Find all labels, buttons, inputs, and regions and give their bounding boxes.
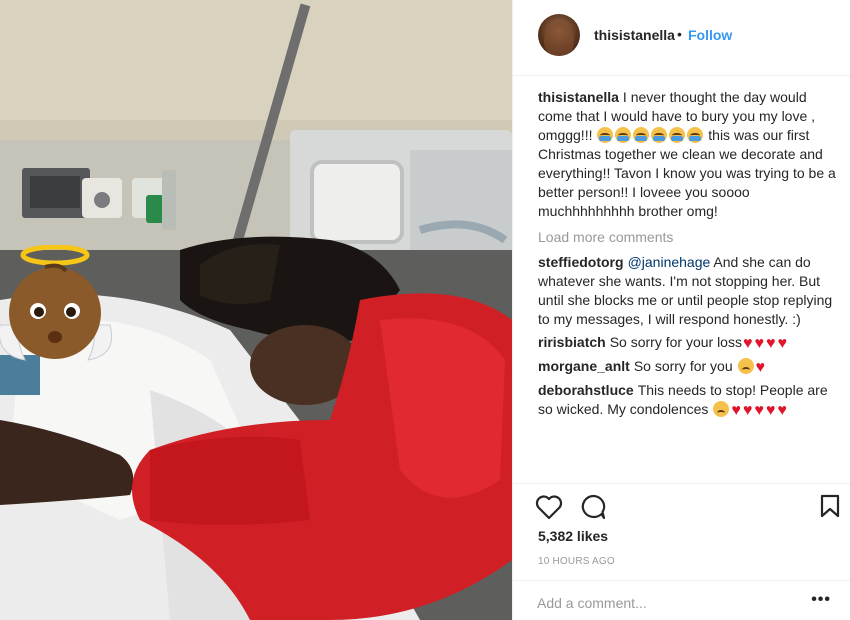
loudly-crying-face-icon (596, 127, 704, 143)
comment-mention[interactable]: @janinehage (628, 254, 711, 270)
comment-item: deborahstluce This needs to stop! People … (538, 381, 838, 420)
header-separator: • (677, 26, 682, 42)
red-heart-icon: ♥ (755, 359, 766, 376)
comments-list[interactable]: thisistanella I never thought the day wou… (538, 88, 838, 484)
avatar[interactable] (538, 14, 580, 56)
add-comment-input[interactable] (537, 595, 797, 611)
likes-count[interactable]: 5,382 likes (538, 528, 608, 544)
bookmark-icon[interactable] (820, 494, 840, 518)
more-options-button[interactable]: ••• (811, 591, 831, 609)
comment-text: So sorry for your loss (609, 334, 742, 350)
comment-item: steffiedotorg @janinehage And she can do … (538, 253, 838, 329)
comment-item: ririsbiatch So sorry for your loss♥ ♥ ♥ ♥ (538, 333, 838, 353)
post-caption: thisistanella I never thought the day wou… (538, 88, 838, 221)
comment-username[interactable]: deborahstluce (538, 382, 634, 398)
header-username[interactable]: thisistanella (594, 27, 675, 43)
weary-face-icon (713, 401, 730, 417)
heart-outline-icon[interactable] (535, 494, 563, 520)
comment-username[interactable]: ririsbiatch (538, 334, 606, 350)
follow-button[interactable]: Follow (688, 27, 732, 43)
instagram-post: thisistanella • Follow thisistanella I ne… (0, 0, 850, 620)
post-photo[interactable] (0, 0, 512, 620)
comment-username[interactable]: morgane_anlt (538, 358, 630, 374)
disappointed-face-icon (737, 358, 754, 374)
add-comment-row: ••• (513, 580, 850, 620)
post-actions (513, 483, 850, 527)
post-header: thisistanella • Follow (513, 0, 850, 76)
baby-angel-emoji-icon (0, 245, 113, 361)
comment-text: So sorry for you (633, 358, 737, 374)
comment-item: morgane_anlt So sorry for you ♥ (538, 357, 838, 377)
red-heart-icon: ♥ ♥ ♥ ♥ (742, 335, 787, 352)
speech-bubble-icon[interactable] (579, 494, 607, 520)
red-heart-icon: ♥ ♥ ♥ ♥ ♥ (731, 402, 787, 419)
load-more-comments-button[interactable]: Load more comments (538, 229, 838, 245)
post-timestamp: 10 HOURS AGO (538, 556, 615, 567)
comment-username[interactable]: steffiedotorg (538, 254, 624, 270)
caption-username[interactable]: thisistanella (538, 89, 619, 105)
post-sidebar: thisistanella • Follow thisistanella I ne… (512, 0, 850, 620)
